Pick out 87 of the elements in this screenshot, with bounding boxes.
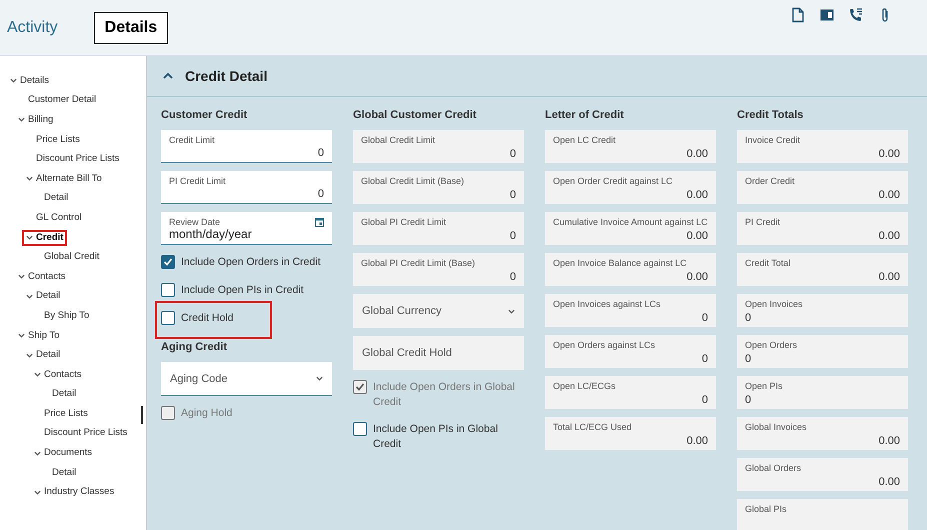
readonly-field: Global Orders 0.00: [737, 458, 908, 491]
column-heading: Customer Credit: [161, 109, 248, 123]
collapse-button[interactable]: [163, 72, 173, 80]
readonly-field: Global Credit Hold: [353, 336, 524, 370]
readonly-field: Open LC/ECGs 0: [545, 376, 716, 409]
tree-item[interactable]: Price Lists: [40, 406, 92, 422]
chevron-icon[interactable]: [26, 352, 33, 359]
checkbox[interactable]: [161, 311, 175, 325]
tree-item[interactable]: Detail: [40, 190, 72, 206]
tree-item[interactable]: By Ship To: [40, 308, 94, 324]
tree-item[interactable]: Detail: [48, 386, 80, 402]
checkbox[interactable]: [161, 283, 175, 297]
chevron-icon[interactable]: [34, 371, 41, 378]
readonly-field: Global PIs: [737, 499, 908, 530]
check-icon: [355, 382, 365, 392]
input-field[interactable]: Credit Limit 0: [161, 130, 332, 163]
readonly-field: Open PIs 0: [737, 376, 908, 409]
checkbox-label: Include Open PIs in Global Credit: [373, 422, 499, 452]
chevron-icon[interactable]: [18, 332, 25, 340]
checkbox-label: Include Open Orders in Global Credit: [373, 380, 516, 410]
checkbox-label: Aging Hold: [181, 406, 232, 421]
readonly-field: Global Credit Limit (Base) 0: [353, 171, 524, 204]
tree-item[interactable]: Documents: [30, 445, 96, 462]
readonly-field: Global Credit Limit 0: [353, 130, 524, 163]
tree-item[interactable]: GL Control: [32, 210, 86, 226]
column-heading: Global Customer Credit: [353, 109, 478, 123]
column-heading: Letter of Credit: [545, 109, 625, 123]
date-field[interactable]: Review Date month/day/year: [161, 212, 332, 245]
checkbox[interactable]: [353, 422, 367, 436]
readonly-field: Order Credit 0.00: [737, 171, 908, 204]
readonly-field: Open Orders 0: [737, 335, 908, 368]
calendar-icon[interactable]: [315, 217, 324, 227]
dropdown[interactable]: Aging Code: [161, 362, 332, 396]
readonly-field: Open Invoices 0: [737, 294, 908, 327]
readonly-field: Open LC Credit 0.00: [545, 130, 716, 163]
tree-item[interactable]: Detail: [48, 464, 80, 481]
chevron-icon[interactable]: [316, 375, 323, 382]
tab[interactable]: Activity: [7, 12, 68, 42]
chevron-icon[interactable]: [26, 175, 33, 182]
tree-item[interactable]: Contacts: [30, 366, 86, 383]
tab[interactable]: Details: [94, 12, 168, 44]
chevron-icon[interactable]: [18, 116, 25, 124]
checkbox[interactable]: [161, 255, 175, 269]
tree-item[interactable]: Global Credit: [40, 249, 104, 266]
readonly-field: Global PI Credit Limit 0: [353, 212, 524, 245]
tree-item[interactable]: Detail: [22, 288, 64, 304]
readonly-field: Open Orders against LCs 0: [545, 335, 716, 368]
readonly-field: Invoice Credit 0.00: [737, 130, 908, 163]
checkbox-label: Credit Hold: [181, 311, 234, 326]
tree-item[interactable]: Customer Detail: [24, 92, 100, 108]
panel-icon[interactable]: [819, 7, 835, 23]
readonly-field: PI Credit 0.00: [737, 212, 908, 245]
tree-item[interactable]: Credit: [22, 230, 68, 246]
scrollbar[interactable]: [141, 406, 143, 424]
document-icon[interactable]: [790, 7, 806, 23]
tree-item[interactable]: Contacts: [14, 268, 70, 285]
section-title: Credit Detail: [185, 68, 268, 84]
readonly-field: Cumulative Invoice Amount against LC 0.00: [545, 212, 716, 245]
input-field[interactable]: PI Credit Limit 0: [161, 171, 332, 204]
tree-item[interactable]: Ship To: [14, 328, 64, 344]
column-heading: Credit Totals: [737, 109, 804, 123]
readonly-field: Open Invoices against LCs 0: [545, 294, 716, 327]
tree-item[interactable]: Discount Price Lists: [32, 151, 124, 168]
tree-item[interactable]: Details: [6, 72, 54, 89]
tree-item[interactable]: Detail: [22, 347, 64, 364]
chevron-icon[interactable]: [34, 450, 41, 457]
checkbox-label: Include Open PIs in Credit: [181, 283, 304, 298]
readonly-field: Total LC/ECG Used 0.00: [545, 417, 716, 450]
chevron-icon[interactable]: [26, 234, 33, 242]
chevron-icon[interactable]: [10, 77, 17, 84]
tree-item[interactable]: Industry Classes: [30, 484, 118, 500]
tree-item[interactable]: Price Lists: [32, 132, 84, 148]
chevron-icon[interactable]: [26, 292, 33, 300]
readonly-field: Credit Total 0.00: [737, 253, 908, 286]
readonly-field: Open Order Credit against LC 0.00: [545, 171, 716, 204]
checkbox-label: Include Open Orders in Credit: [181, 255, 320, 270]
tree-item[interactable]: Discount Price Lists: [40, 425, 132, 442]
chevron-icon[interactable]: [34, 488, 41, 496]
readonly-field: Global PI Credit Limit (Base) 0: [353, 253, 524, 286]
tree-item[interactable]: Alternate Bill To: [22, 170, 106, 187]
tree-item[interactable]: Billing: [14, 112, 58, 128]
phone-icon[interactable]: [848, 7, 864, 23]
chevron-icon[interactable]: [18, 273, 25, 280]
readonly-field: Open Invoice Balance against LC 0.00: [545, 253, 716, 286]
group-heading: Aging Credit: [161, 341, 228, 355]
readonly-field: Global Invoices 0.00: [737, 417, 908, 450]
check-icon: [163, 257, 173, 267]
